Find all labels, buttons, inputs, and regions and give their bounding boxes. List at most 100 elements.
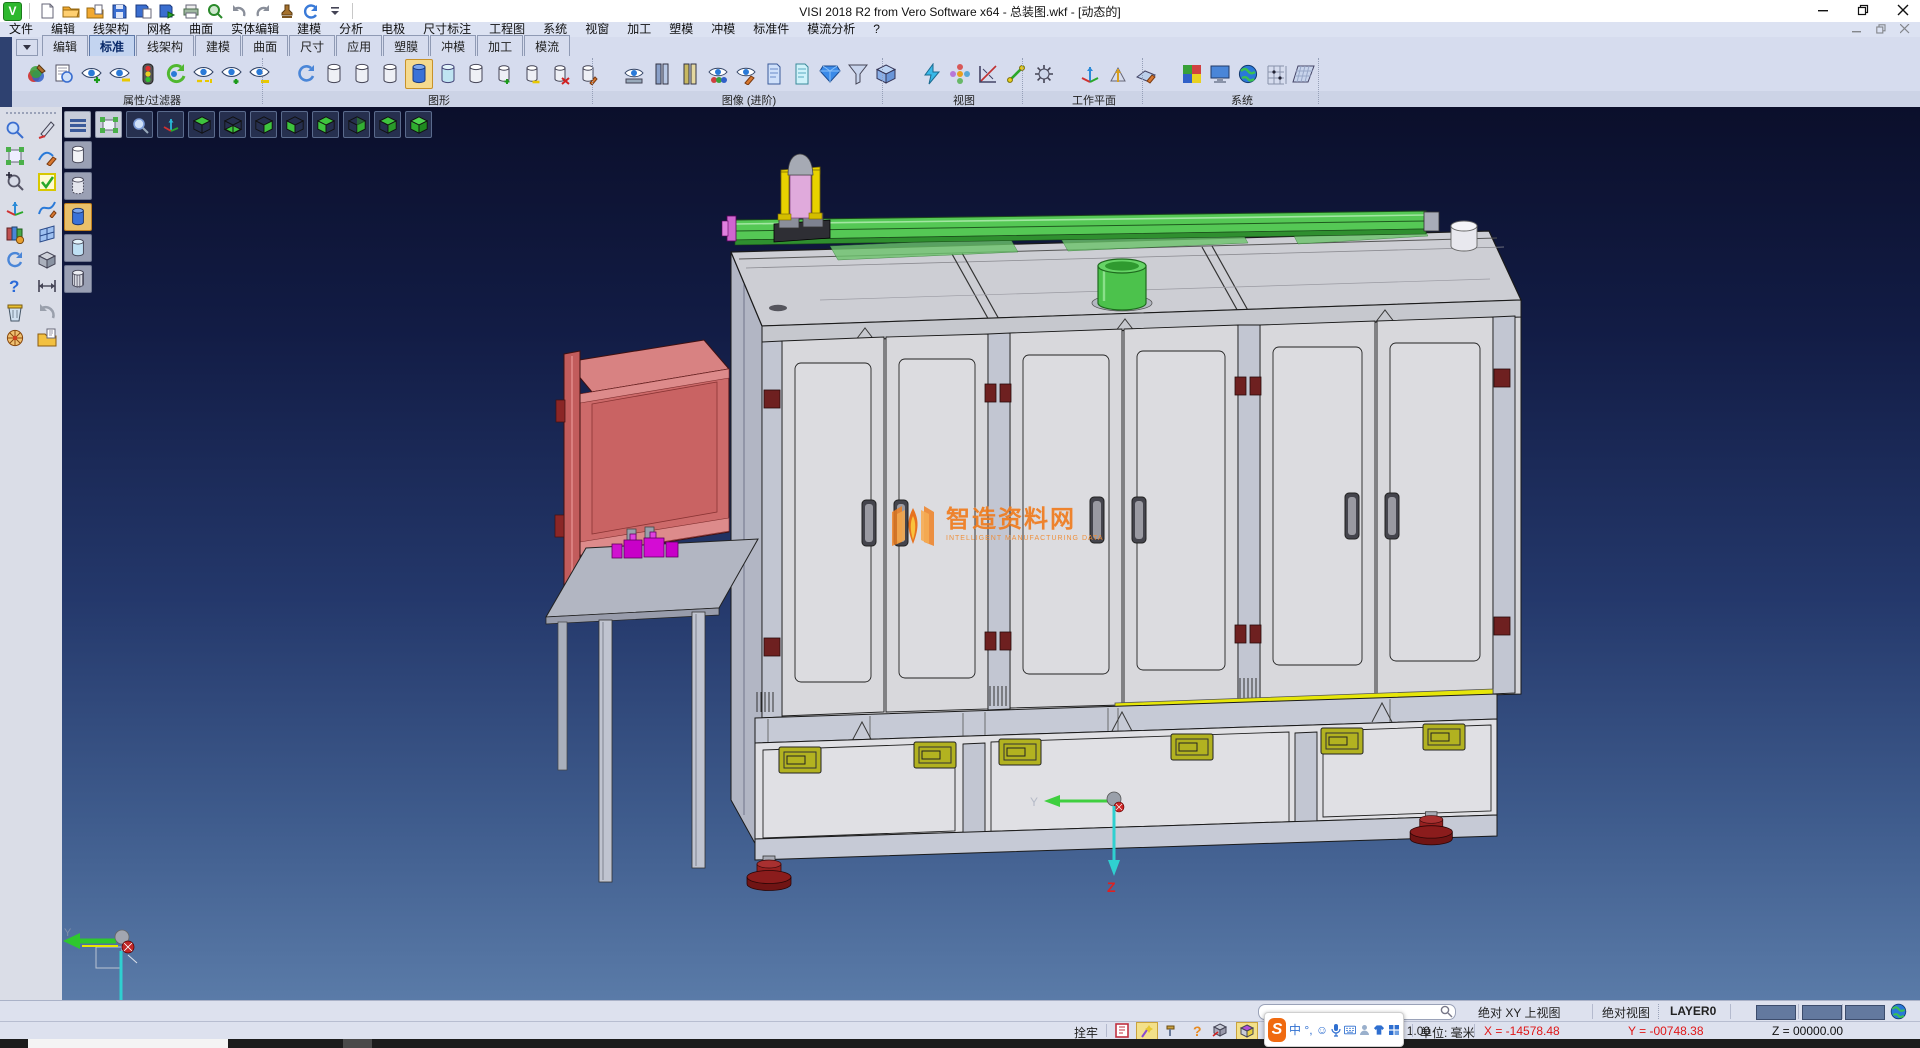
machine-model[interactable]: Y Z Y xyxy=(62,107,1920,1000)
layer-add-icon[interactable] xyxy=(491,60,517,88)
display-wireframe-icon[interactable] xyxy=(64,141,92,169)
ime-keyboard-icon[interactable] xyxy=(1344,1025,1356,1035)
minimize-button[interactable] xyxy=(1814,2,1832,18)
view-top-icon[interactable] xyxy=(188,111,215,138)
ime-skin-icon[interactable] xyxy=(1373,1024,1385,1036)
layer-edit-icon[interactable] xyxy=(575,60,601,88)
shade-edit-icon[interactable] xyxy=(733,60,759,88)
layer-delete-icon[interactable] xyxy=(547,60,573,88)
view-left-icon[interactable] xyxy=(312,111,339,138)
glass-cube-icon[interactable] xyxy=(873,60,899,88)
more-dropdown-icon[interactable] xyxy=(325,2,345,20)
layer-outline-4-icon[interactable] xyxy=(463,60,489,88)
taskbar-item[interactable] xyxy=(343,1039,372,1048)
erase-icon[interactable] xyxy=(34,118,60,142)
delete-icon[interactable] xyxy=(2,300,28,324)
zoom-dynamic-icon[interactable] xyxy=(126,111,153,138)
world-icon[interactable] xyxy=(1890,1003,1907,1020)
tab-dropdown-button[interactable] xyxy=(16,39,38,56)
display-shaded-edges-icon[interactable] xyxy=(64,234,92,262)
print-preview-icon[interactable] xyxy=(205,2,225,20)
view-flower-icon[interactable] xyxy=(947,60,973,88)
menu-die[interactable]: 冲模 xyxy=(702,22,744,37)
tab-modeling[interactable]: 建模 xyxy=(195,35,241,56)
extract-solid-icon[interactable] xyxy=(1210,1022,1230,1039)
transform-icon[interactable] xyxy=(2,144,28,168)
open-folder-icon[interactable] xyxy=(61,2,81,20)
toolbar-grip[interactable] xyxy=(6,112,56,114)
menu-machining[interactable]: 加工 xyxy=(618,22,660,37)
menu-window[interactable]: 视窗 xyxy=(576,22,618,37)
view-iso-wire-icon[interactable] xyxy=(374,111,401,138)
view-front-icon[interactable] xyxy=(281,111,308,138)
page-blue-icon[interactable] xyxy=(761,60,787,88)
active-layer-label[interactable]: LAYER0 xyxy=(1670,1004,1716,1018)
child-minimize-button[interactable] xyxy=(1852,24,1862,34)
zoom-fit-icon[interactable] xyxy=(95,111,122,138)
help-icon[interactable]: ? xyxy=(2,274,28,298)
page-cyan-icon[interactable] xyxy=(789,60,815,88)
menu-standard-parts[interactable]: 标准件 xyxy=(744,22,798,37)
spline-icon[interactable] xyxy=(34,196,60,220)
layer-outline-3-icon[interactable] xyxy=(377,60,403,88)
monitor-icon[interactable] xyxy=(1207,60,1233,88)
grid-snap-icon[interactable] xyxy=(1263,60,1289,88)
show-all-icon[interactable] xyxy=(219,60,245,88)
stamp-icon[interactable] xyxy=(277,2,297,20)
color-grid-icon[interactable] xyxy=(1179,60,1205,88)
gem-icon[interactable] xyxy=(817,60,843,88)
menu-mould[interactable]: 塑模 xyxy=(660,22,702,37)
view-right-icon[interactable] xyxy=(250,111,277,138)
workplane-edit-icon[interactable] xyxy=(1133,60,1159,88)
filter-traffic-light-icon[interactable] xyxy=(135,60,161,88)
ime-emoji-icon[interactable]: ☺ xyxy=(1316,1023,1328,1037)
child-close-button[interactable] xyxy=(1900,24,1910,34)
dynamic-view-icon[interactable] xyxy=(919,60,945,88)
import-file-icon[interactable] xyxy=(34,326,60,350)
tab-application[interactable]: 应用 xyxy=(336,35,382,56)
open-from-folder-icon[interactable] xyxy=(85,2,105,20)
layer-refresh-icon[interactable] xyxy=(293,60,319,88)
tab-surface[interactable]: 曲面 xyxy=(242,35,288,56)
ime-mic-icon[interactable] xyxy=(1331,1023,1341,1037)
tools-icon[interactable] xyxy=(1162,1022,1182,1039)
selection-search-icon[interactable] xyxy=(2,118,28,142)
menu-flow-analysis[interactable]: 模流分析 xyxy=(798,22,864,37)
layer-remove-icon[interactable] xyxy=(519,60,545,88)
close-button[interactable] xyxy=(1894,2,1912,18)
view-bottom-icon[interactable] xyxy=(219,111,246,138)
current-view-combo[interactable]: 绝对 XY 上视图 xyxy=(1478,1004,1560,1021)
view-menu-icon[interactable] xyxy=(64,111,91,138)
page-preview-icon[interactable] xyxy=(51,60,77,88)
view-back-icon[interactable] xyxy=(343,111,370,138)
new-document-icon[interactable] xyxy=(37,2,57,20)
layer-outline-2-icon[interactable] xyxy=(349,60,375,88)
axes-orient-icon[interactable] xyxy=(157,111,184,138)
filmstrip-icon[interactable] xyxy=(649,60,675,88)
regen-icon[interactable] xyxy=(2,248,28,272)
tab-mould[interactable]: 塑膜 xyxy=(383,35,429,56)
grid-plane-icon[interactable] xyxy=(1291,60,1317,88)
taskbar-app-button[interactable] xyxy=(28,1039,228,1048)
menu-help[interactable]: ? xyxy=(864,22,889,37)
save-as-icon[interactable] xyxy=(133,2,153,20)
confirm-icon[interactable] xyxy=(34,170,60,194)
visi-logo-icon[interactable]: V xyxy=(3,2,22,21)
measure-axes-icon[interactable] xyxy=(975,60,1001,88)
color-swatch-1[interactable] xyxy=(1756,1005,1796,1020)
attributes-icon[interactable] xyxy=(2,222,28,246)
workplane-axes-icon[interactable] xyxy=(1077,60,1103,88)
display-hidden-line-icon[interactable] xyxy=(64,172,92,200)
save-copy-icon[interactable] xyxy=(157,2,177,20)
view-iso-solid-icon[interactable] xyxy=(405,111,432,138)
workplane-axes-2-icon[interactable] xyxy=(1105,60,1131,88)
wcs-axes-icon[interactable] xyxy=(2,196,28,220)
zoom-plus-icon[interactable] xyxy=(2,170,28,194)
layer-current-icon[interactable] xyxy=(405,59,433,89)
display-shaded-icon[interactable] xyxy=(64,203,92,231)
color-swatch-2[interactable] xyxy=(1802,1005,1842,1020)
tab-wireframe[interactable]: 线架构 xyxy=(136,35,194,56)
sogou-logo-icon[interactable]: S xyxy=(1268,1018,1286,1042)
show-entities-icon[interactable] xyxy=(79,60,105,88)
ime-toolbox-icon[interactable] xyxy=(1388,1024,1400,1036)
